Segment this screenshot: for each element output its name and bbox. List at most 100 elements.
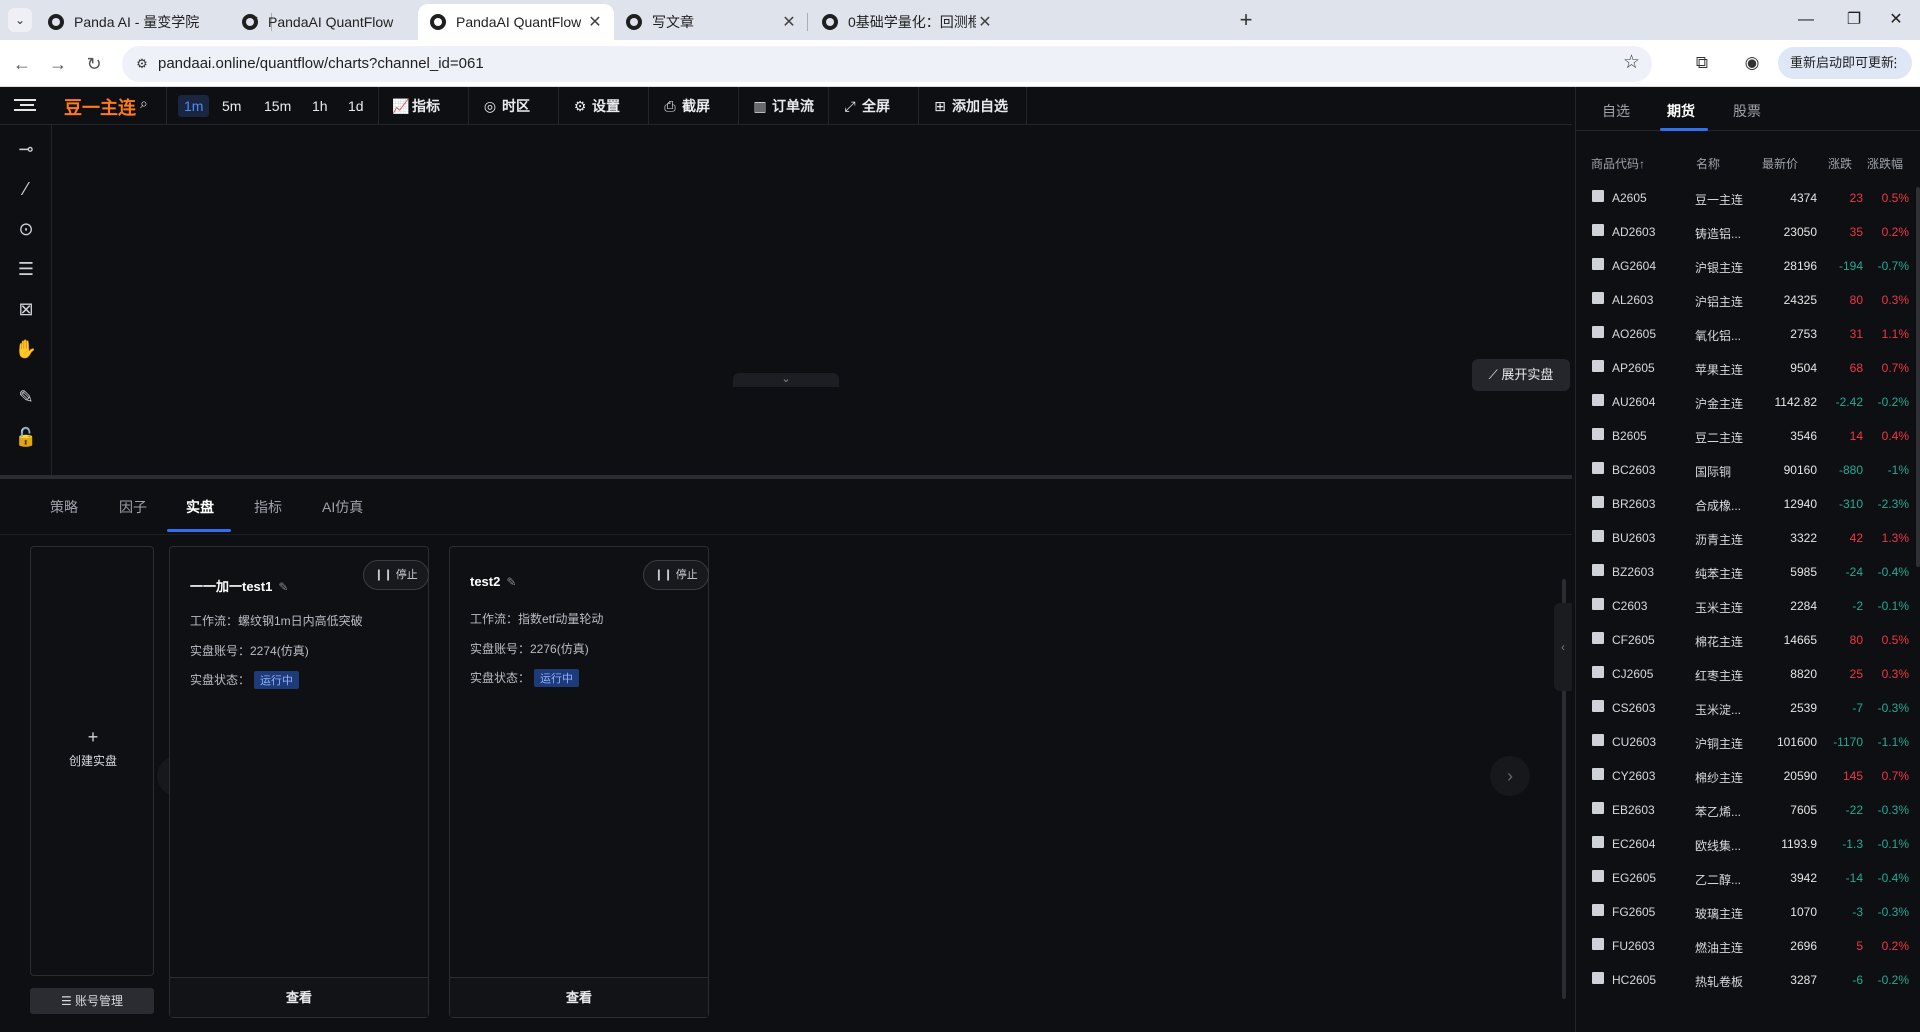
tab-live[interactable]: 实盘 bbox=[186, 497, 214, 517]
bookmark-icon[interactable] bbox=[1592, 836, 1604, 848]
collapse-right-panel-icon[interactable]: ‹ bbox=[1554, 603, 1572, 691]
watchlist-row[interactable]: CU2603 沪铜主连 101600 -1170 -1.1% bbox=[1576, 725, 1920, 759]
view-button[interactable]: 查看 bbox=[450, 977, 708, 1017]
bookmark-icon[interactable] bbox=[1592, 666, 1604, 678]
watchlist-row[interactable]: EC2604 欧线集... 1193.9 -1.3 -0.1% bbox=[1576, 827, 1920, 861]
timeframe-15m[interactable]: 15m bbox=[258, 95, 297, 117]
bookmark-icon[interactable] bbox=[1592, 360, 1604, 372]
account-manage-button[interactable]: ☰ 账号管理 bbox=[30, 988, 154, 1014]
pattern-icon[interactable]: ⊠ bbox=[12, 295, 40, 323]
minimize-icon[interactable]: — bbox=[1782, 0, 1830, 40]
trend-line-icon[interactable]: ⁄ bbox=[12, 175, 40, 203]
timeframe-1m[interactable]: 1m bbox=[178, 95, 210, 117]
tab-factor[interactable]: 因子 bbox=[119, 497, 147, 517]
watchlist-row[interactable]: CY2603 棉纱主连 20590 145 0.7% bbox=[1576, 759, 1920, 793]
watchlist-row[interactable]: BZ2603 纯苯主连 5985 -24 -0.4% bbox=[1576, 555, 1920, 589]
screenshot-button[interactable]: ⎙ 截屏 bbox=[662, 95, 710, 117]
back-icon[interactable]: ← bbox=[8, 50, 36, 78]
new-tab-icon[interactable]: + bbox=[1232, 6, 1260, 34]
close-tab-icon[interactable]: ✕ bbox=[976, 12, 994, 32]
bookmark-icon[interactable] bbox=[1592, 598, 1604, 610]
bookmark-icon[interactable] bbox=[1592, 904, 1604, 916]
bookmark-icon[interactable] bbox=[1592, 258, 1604, 270]
chart-canvas[interactable] bbox=[52, 125, 1572, 475]
bookmark-icon[interactable] bbox=[1592, 870, 1604, 882]
close-window-icon[interactable]: ✕ bbox=[1872, 0, 1920, 40]
bookmark-icon[interactable] bbox=[1592, 564, 1604, 576]
stop-button[interactable]: ❙❙ 停止 bbox=[643, 560, 709, 590]
site-info-icon[interactable]: ⚙ bbox=[130, 52, 154, 76]
watchlist-row[interactable]: AP2605 苹果主连 9504 68 0.7% bbox=[1576, 351, 1920, 385]
url-text[interactable]: pandaai.online/quantflow/charts?channel_… bbox=[158, 55, 484, 72]
browser-tab[interactable]: 0基础学量化：回测框架指标介 ✕ bbox=[810, 4, 1004, 40]
bookmark-icon[interactable] bbox=[1592, 734, 1604, 746]
header-change[interactable]: 涨跌 bbox=[1828, 155, 1852, 172]
ruler-icon[interactable]: ✎ bbox=[12, 383, 40, 411]
orderflow-button[interactable]: ▥ 订单流 bbox=[752, 95, 814, 117]
restore-icon[interactable]: ❐ bbox=[1830, 0, 1878, 40]
scrollbar[interactable] bbox=[1916, 187, 1920, 567]
bookmark-icon[interactable] bbox=[1592, 972, 1604, 984]
view-button[interactable]: 查看 bbox=[170, 977, 428, 1017]
bookmark-icon[interactable] bbox=[1592, 700, 1604, 712]
bookmark-icon[interactable] bbox=[1592, 292, 1604, 304]
header-code[interactable]: 商品代码↑ bbox=[1591, 155, 1645, 172]
tab-strategy[interactable]: 策略 bbox=[50, 497, 78, 517]
watchlist-row[interactable]: A2605 豆一主连 4374 23 0.5% bbox=[1576, 181, 1920, 215]
tab-search-icon[interactable]: ⌄ bbox=[8, 8, 32, 32]
symbol-search-icon[interactable]: ⌕ bbox=[140, 95, 148, 112]
watchlist-row[interactable]: CJ2605 红枣主连 8820 25 0.3% bbox=[1576, 657, 1920, 691]
fibonacci-lines-icon[interactable]: ☰ bbox=[12, 255, 40, 283]
bookmark-icon[interactable] bbox=[1592, 530, 1604, 542]
watchlist-row[interactable]: CS2603 玉米淀... 2539 -7 -0.3% bbox=[1576, 691, 1920, 725]
bookmark-icon[interactable] bbox=[1592, 462, 1604, 474]
timeframe-1d[interactable]: 1d bbox=[342, 95, 370, 117]
bookmark-icon[interactable] bbox=[1592, 496, 1604, 508]
timeframe-1h[interactable]: 1h bbox=[306, 95, 334, 117]
chevron-down-icon[interactable]: ⌄ bbox=[733, 373, 839, 387]
bookmark-icon[interactable] bbox=[1592, 768, 1604, 780]
watchlist-row[interactable]: AD2603 铸造铝... 23050 35 0.2% bbox=[1576, 215, 1920, 249]
bookmark-icon[interactable] bbox=[1592, 190, 1604, 202]
url-field[interactable]: ⚙ pandaai.online/quantflow/charts?channe… bbox=[122, 46, 1652, 82]
watchlist-row[interactable]: EG2605 乙二醇... 3942 -14 -0.4% bbox=[1576, 861, 1920, 895]
watchlist-row[interactable]: BR2603 合成橡... 12940 -310 -2.3% bbox=[1576, 487, 1920, 521]
header-price[interactable]: 最新价 bbox=[1762, 155, 1798, 172]
tab-indicator[interactable]: 指标 bbox=[254, 497, 282, 517]
bookmark-star-icon[interactable]: ☆ bbox=[1623, 51, 1640, 74]
crosshair-line-icon[interactable]: ⊸ bbox=[12, 135, 40, 163]
header-pct[interactable]: 涨跌幅 bbox=[1867, 155, 1903, 172]
sidebar-menu-icon[interactable] bbox=[14, 96, 36, 116]
watchlist-row[interactable]: HC2605 热轧卷板 3287 -6 -0.2% bbox=[1576, 963, 1920, 997]
bookmark-icon[interactable] bbox=[1592, 428, 1604, 440]
bookmark-icon[interactable] bbox=[1592, 224, 1604, 236]
settings-button[interactable]: ⚙ 设置 bbox=[572, 95, 620, 117]
next-arrow-icon[interactable]: › bbox=[1490, 756, 1530, 796]
timeframe-5m[interactable]: 5m bbox=[216, 95, 247, 117]
edit-icon[interactable]: ✎ bbox=[278, 580, 288, 594]
bookmark-icon[interactable] bbox=[1592, 938, 1604, 950]
forward-icon[interactable]: → bbox=[44, 50, 72, 78]
profile-icon[interactable]: ◉ bbox=[1738, 49, 1766, 77]
expand-live-button[interactable]: ⟋ 展开实盘 bbox=[1472, 359, 1570, 391]
watchlist-row[interactable]: B2605 豆二主连 3546 14 0.4% bbox=[1576, 419, 1920, 453]
watchlist-row[interactable]: AU2604 沪金主连 1142.82 -2.42 -0.2% bbox=[1576, 385, 1920, 419]
hand-icon[interactable]: ✋ bbox=[12, 335, 40, 363]
watchlist-row[interactable]: BU2603 沥青主连 3322 42 1.3% bbox=[1576, 521, 1920, 555]
tab-ai-sim[interactable]: AI仿真 bbox=[322, 497, 363, 517]
tab-stocks[interactable]: 股票 bbox=[1733, 101, 1761, 121]
stop-button[interactable]: ❙❙ 停止 bbox=[363, 560, 429, 590]
circle-target-icon[interactable]: ⊙ bbox=[12, 215, 40, 243]
bookmark-icon[interactable] bbox=[1592, 326, 1604, 338]
add-watchlist-button[interactable]: ⊞ 添加自选 bbox=[932, 95, 1008, 117]
watchlist-row[interactable]: BC2603 国际铜 90160 -880 -1% bbox=[1576, 453, 1920, 487]
bookmark-icon[interactable] bbox=[1592, 802, 1604, 814]
update-button[interactable]: 重新启动即可更新 ⋮ bbox=[1778, 47, 1912, 79]
tab-futures[interactable]: 期货 bbox=[1667, 101, 1695, 121]
symbol-name[interactable]: 豆一主连 bbox=[64, 94, 136, 120]
tab-favorites[interactable]: 自选 bbox=[1602, 101, 1630, 121]
indicator-button[interactable]: 📈 指标 bbox=[392, 95, 440, 117]
create-live-card[interactable]: + 创建实盘 bbox=[30, 546, 154, 976]
watchlist-row[interactable]: FU2603 燃油主连 2696 5 0.2% bbox=[1576, 929, 1920, 963]
close-tab-icon[interactable]: ✕ bbox=[780, 12, 798, 32]
